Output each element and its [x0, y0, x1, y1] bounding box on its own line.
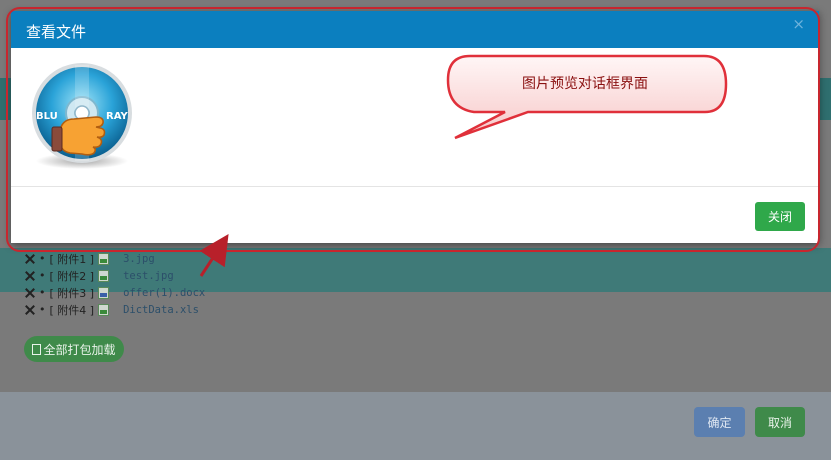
callout-bubble — [446, 54, 728, 140]
callout-text: 图片预览对话框界面 — [522, 76, 648, 92]
annotation-arrow — [199, 233, 229, 277]
annotation-overlay — [199, 54, 728, 277]
